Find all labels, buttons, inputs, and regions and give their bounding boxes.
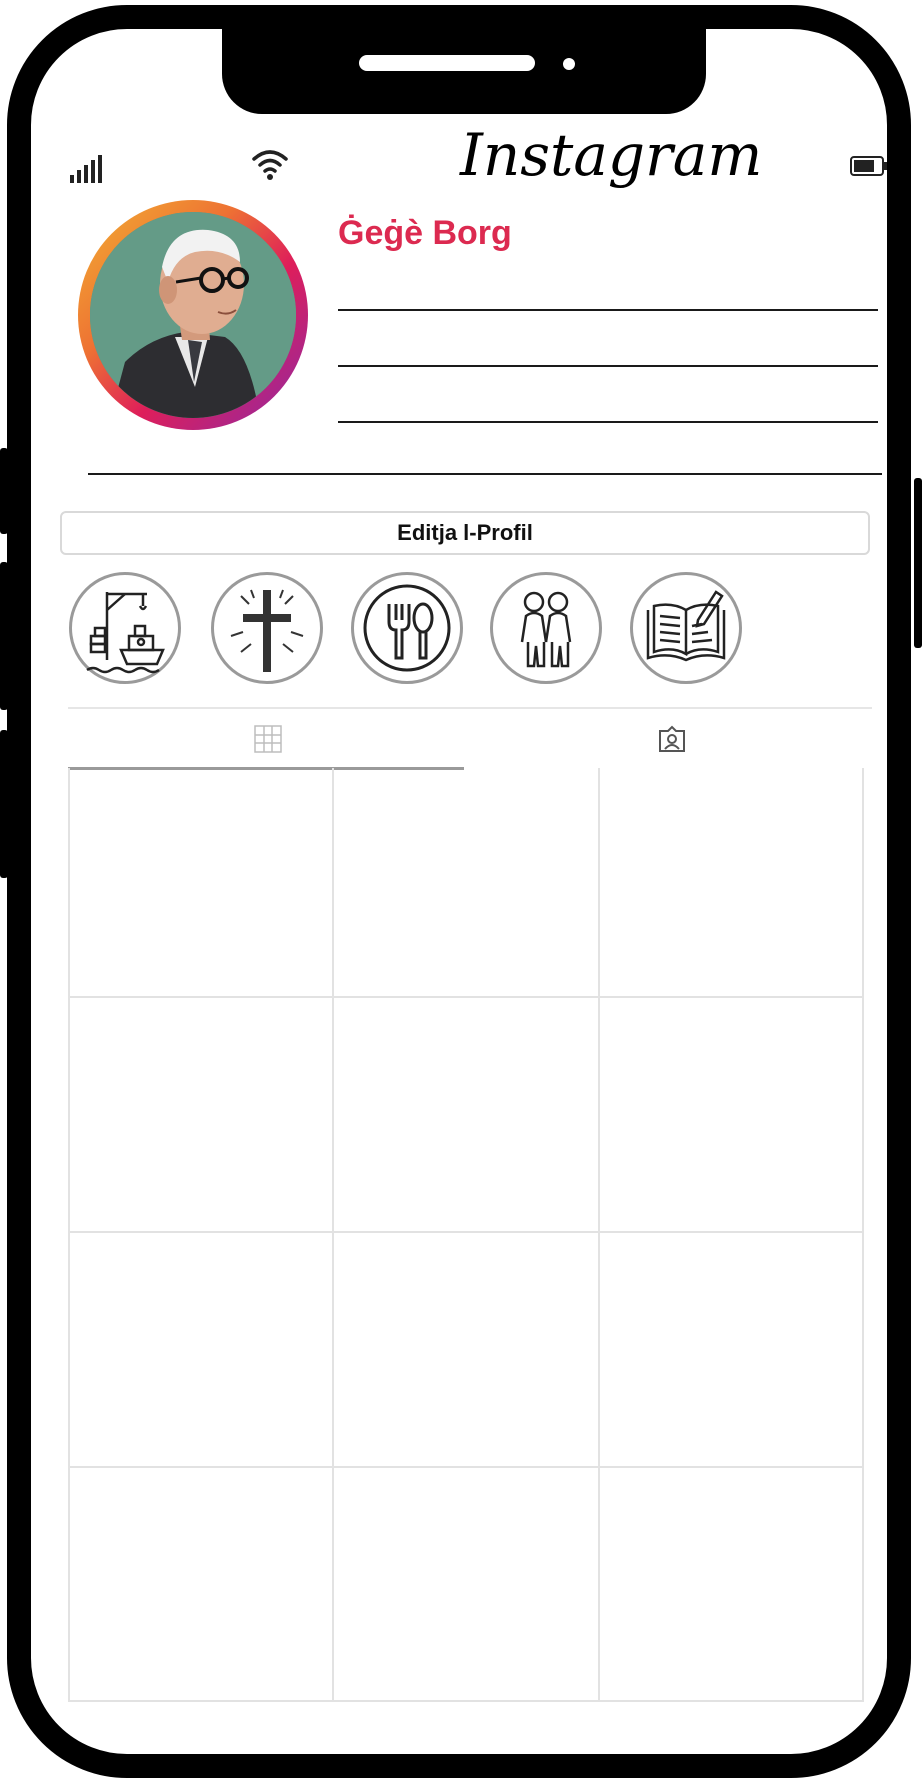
bio-line-full xyxy=(88,473,882,475)
post-grid xyxy=(68,768,864,1702)
bio-line xyxy=(338,309,878,311)
tab-grid[interactable] xyxy=(253,724,283,754)
speaker-grille xyxy=(359,55,535,71)
story-highlight[interactable] xyxy=(351,572,463,684)
bio-line xyxy=(338,365,878,367)
grid-line xyxy=(598,768,600,1702)
harbour-ship-crane-icon xyxy=(86,592,165,674)
cross-icon xyxy=(230,589,304,672)
grid-line xyxy=(68,768,70,1702)
battery-icon xyxy=(850,156,887,176)
wifi-icon xyxy=(252,150,288,180)
phone-notch xyxy=(222,8,706,114)
profile-name: Ġeġè Borg xyxy=(338,214,512,252)
signal-bars-icon xyxy=(70,155,102,183)
tabs-divider xyxy=(68,707,872,709)
grid-line xyxy=(68,996,864,998)
grid-line xyxy=(68,1700,864,1702)
grid-icon xyxy=(254,725,282,753)
side-button-power xyxy=(914,478,922,648)
front-camera xyxy=(563,58,575,70)
edit-profile-button[interactable]: Editja l-Profil xyxy=(60,511,870,555)
portrait-photo xyxy=(90,212,296,418)
open-book-pen-icon xyxy=(646,590,726,662)
bio-line xyxy=(338,421,878,423)
couple-icon xyxy=(520,591,572,668)
grid-line xyxy=(332,768,334,1702)
grid-line xyxy=(68,1466,864,1468)
grid-line xyxy=(862,768,864,1702)
story-highlight[interactable] xyxy=(490,572,602,684)
story-highlight[interactable] xyxy=(69,572,181,684)
avatar[interactable] xyxy=(90,212,296,418)
story-highlight[interactable] xyxy=(630,572,742,684)
tab-tagged[interactable] xyxy=(657,724,687,754)
tagged-person-icon xyxy=(659,725,685,752)
fork-spoon-plate-icon xyxy=(363,584,451,672)
app-title: Instagram xyxy=(460,121,763,189)
story-highlight[interactable] xyxy=(211,572,323,684)
grid-line xyxy=(68,1231,864,1233)
